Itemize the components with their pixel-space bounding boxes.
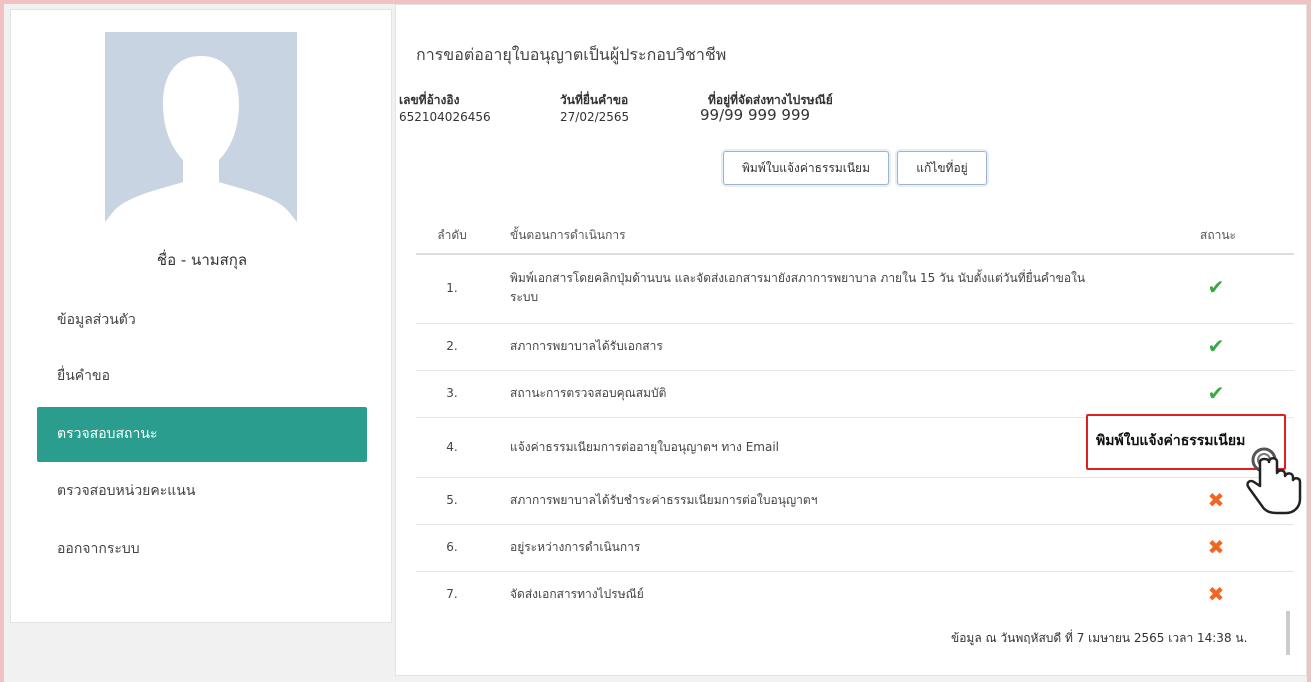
reference-number-label: เลขที่อ้างอิง — [399, 93, 460, 107]
row-step: สถานะการตรวจสอบคุณสมบัติ — [510, 386, 667, 400]
user-silhouette-icon — [105, 32, 297, 250]
header-no: ลำดับ — [437, 228, 467, 242]
print-fee-button[interactable]: พิมพ์ใบแจ้งค่าธรรมเนียม — [723, 151, 889, 185]
frame-right-border — [1307, 0, 1311, 682]
cross-icon: ✖ — [1207, 535, 1225, 559]
menu-item-profile[interactable]: ข้อมูลส่วนตัว — [37, 293, 367, 348]
sidebar: ชื่อ - นามสกุล ข้อมูลส่วนตัว ยื่นคำขอ ตร… — [10, 9, 392, 623]
row-number: 6. — [446, 540, 458, 554]
table-header: ลำดับ ขั้นตอนการดำเนินการ สถานะ — [416, 211, 1294, 255]
check-icon: ✔ — [1207, 275, 1225, 299]
reference-number-value: 652104026456 — [399, 110, 491, 124]
row-number: 2. — [446, 339, 458, 353]
table-row: 2. สภาการพยาบาลได้รับเอกสาร ✔ — [416, 324, 1294, 371]
row-step: พิมพ์เอกสารโดยคลิกปุ่มด้านบน และจัดส่งเอ… — [510, 271, 1086, 304]
row-number: 7. — [446, 587, 458, 601]
menu-item-submit-request[interactable]: ยื่นคำขอ — [37, 349, 367, 404]
pointer-hand-icon — [1246, 447, 1302, 515]
table-row: 7. จัดส่งเอกสารทางไปรษณีย์ ✖ — [416, 572, 1294, 619]
frame-left-border — [0, 0, 4, 682]
table-row: 1. พิมพ์เอกสารโดยคลิกปุ่มด้านบน และจัดส่… — [416, 255, 1294, 324]
row-number: 5. — [446, 493, 458, 507]
row-number: 4. — [446, 440, 458, 454]
header-status: สถานะ — [1200, 228, 1236, 242]
table-row: 6. อยู่ระหว่างการดำเนินการ ✖ — [416, 525, 1294, 572]
table-row: 3. สถานะการตรวจสอบคุณสมบัติ ✔ — [416, 371, 1294, 418]
request-date-value: 27/02/2565 — [560, 110, 630, 124]
scrollbar-thumb[interactable] — [1286, 611, 1290, 655]
row-step: สภาการพยาบาลได้รับชำระค่าธรรมเนียมการต่อ… — [510, 493, 818, 507]
check-icon: ✔ — [1207, 334, 1225, 358]
header-step: ขั้นตอนการดำเนินการ — [510, 228, 626, 242]
row-step: จัดส่งเอกสารทางไปรษณีย์ — [510, 587, 644, 601]
cross-icon: ✖ — [1207, 582, 1225, 606]
data-timestamp: ข้อมูล ณ วันพฤหัสบดี ที่ 7 เมษายน 2565 เ… — [951, 631, 1248, 645]
row-step: แจ้งค่าธรรมเนียมการต่ออายุใบอนุญาตฯ ทาง … — [510, 440, 779, 454]
row-number: 1. — [446, 281, 458, 295]
check-icon: ✔ — [1207, 381, 1225, 405]
request-date-label: วันที่ยื่นคำขอ — [560, 93, 629, 107]
edit-address-button[interactable]: แก้ไขที่อยู่ — [897, 151, 987, 185]
row-step: สภาการพยาบาลได้รับเอกสาร — [510, 339, 663, 353]
menu-item-logout[interactable]: ออกจากระบบ — [37, 522, 367, 577]
main-panel: การขอต่ออายุใบอนุญาตเป็นผู้ประกอบวิชาชีพ… — [395, 4, 1307, 676]
user-name: ชื่อ - นามสกุล — [156, 251, 248, 269]
table-row: 5. สภาการพยาบาลได้รับชำระค่าธรรมเนียมการ… — [416, 478, 1294, 525]
row-number: 3. — [446, 386, 458, 400]
page-title: การขอต่ออายุใบอนุญาตเป็นผู้ประกอบวิชาชีพ — [416, 45, 727, 64]
avatar — [105, 32, 297, 250]
menu-item-check-credits[interactable]: ตรวจสอบหน่วยคะแนน — [37, 464, 367, 519]
menu-item-check-status[interactable]: ตรวจสอบสถานะ — [37, 407, 367, 462]
shipping-address-value: 99/99 999 999 — [700, 106, 811, 124]
row-step: อยู่ระหว่างการดำเนินการ — [510, 540, 641, 554]
